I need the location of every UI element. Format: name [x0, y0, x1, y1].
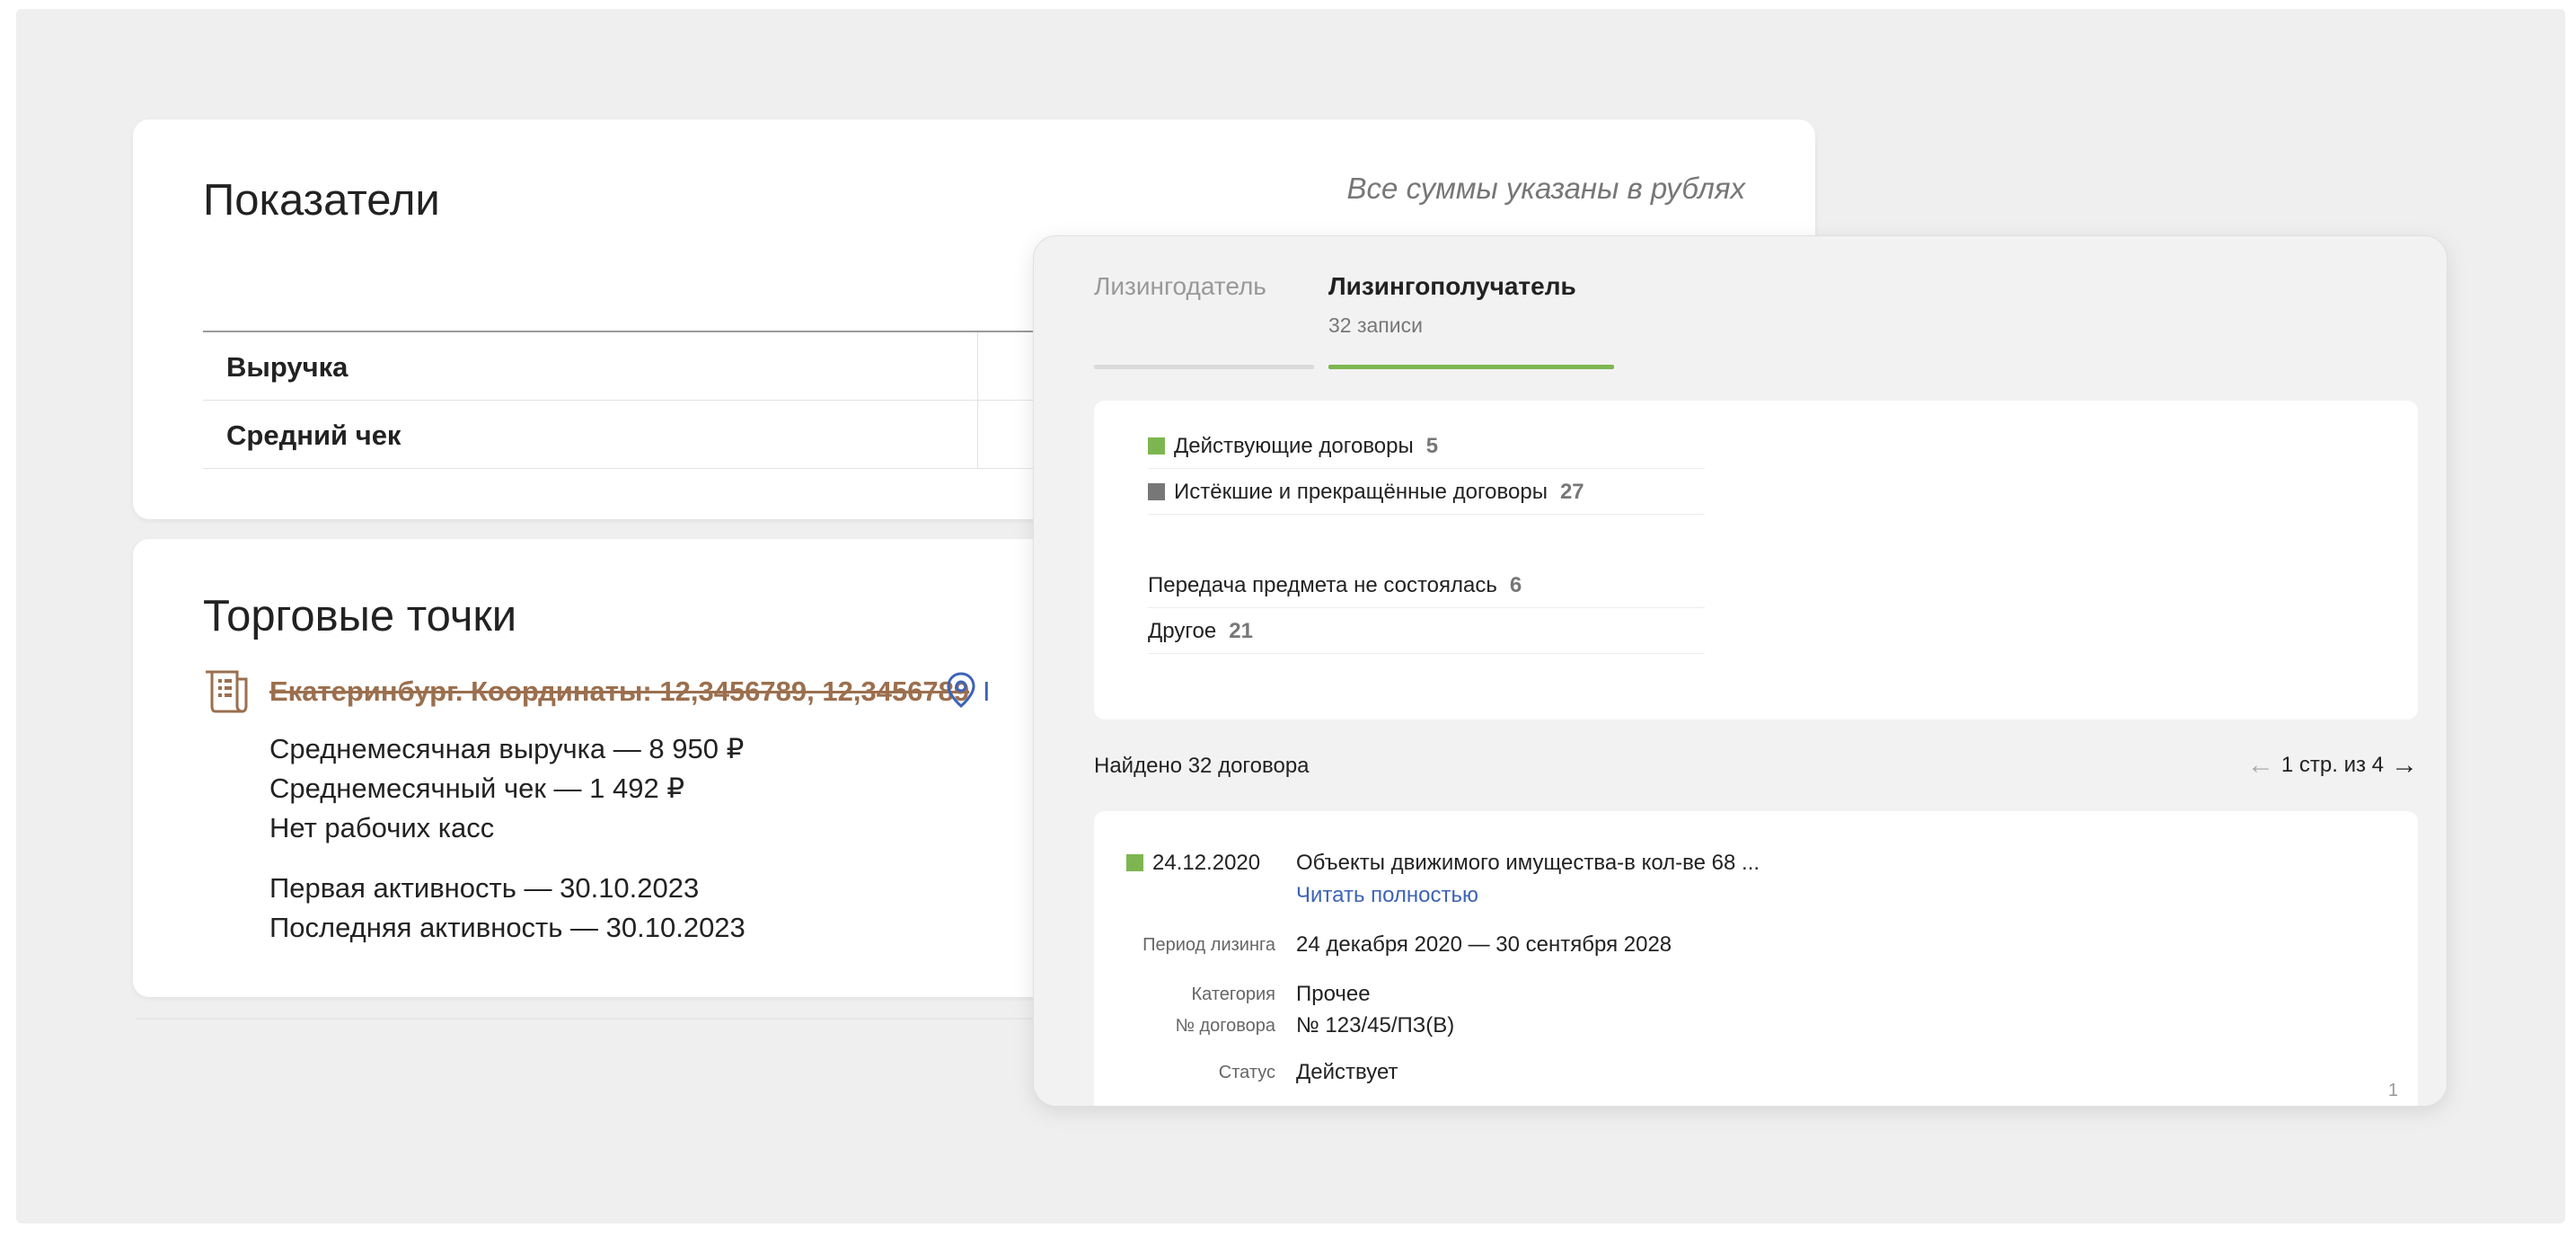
- summary-label: Другое: [1148, 619, 1217, 643]
- column-divider: [977, 332, 978, 400]
- found-count: Найдено 32 договора: [1094, 754, 1310, 778]
- contract-card: 24.12.2020 Объекты движимого имущества-в…: [1094, 811, 2418, 1106]
- summary-count: 27: [1559, 480, 1584, 504]
- expired-marker-icon: [1148, 483, 1165, 500]
- records-count: 32 записи: [1328, 313, 1423, 337]
- summary-other[interactable]: Другое 21: [1148, 608, 1705, 654]
- receipt-icon: [206, 670, 248, 713]
- summary-expired[interactable]: Истёкшие и прекращённые договоры 27: [1148, 469, 1705, 515]
- status-label: Статус: [1218, 1063, 1275, 1082]
- map-link[interactable]: I: [983, 675, 991, 708]
- period-value: 24 декабря 2020 — 30 сентября 2028: [1296, 932, 1672, 957]
- arrow-left-icon[interactable]: ←: [2247, 750, 2274, 781]
- tab-label: Лизингополучатель: [1328, 272, 1576, 300]
- first-activity: Первая активность — 30.10.2023: [269, 872, 700, 904]
- avg-monthly-revenue: Среднемесячная выручка — 8 950 ₽: [269, 733, 745, 764]
- avg-monthly-check: Среднемесячный чек — 1 492 ₽: [269, 772, 685, 804]
- summary-failed[interactable]: Передача предмета не состоялась 6: [1148, 562, 1705, 608]
- outlet-address: Екатеринбург. Координаты: 12,3456789, 12…: [269, 675, 970, 707]
- tab-lessor[interactable]: Лизингодатель: [1094, 272, 1266, 301]
- summary-label: Действующие договоры: [1174, 434, 1414, 458]
- summary-count: 6: [1509, 573, 1522, 597]
- summary-label: Истёкшие и прекращённые договоры: [1174, 480, 1548, 504]
- summary-label: Передача предмета не состоялась: [1148, 573, 1497, 597]
- active-marker-icon: [1148, 437, 1165, 455]
- category-label: Категория: [1191, 984, 1276, 1004]
- indicators-title: Показатели: [203, 176, 440, 225]
- column-divider: [977, 401, 978, 468]
- map-pin-icon[interactable]: [945, 672, 977, 708]
- contract-date-text: 24.12.2020: [1152, 851, 1261, 875]
- outlets-title: Торговые точки: [203, 592, 517, 640]
- summary-active[interactable]: Действующие договоры 5: [1148, 423, 1705, 469]
- divider: [137, 1018, 1035, 1020]
- last-activity: Последняя активность — 30.10.2023: [269, 912, 745, 943]
- contract-number-label: № договора: [1175, 1016, 1275, 1036]
- tab-label: Лизингодатель: [1094, 272, 1266, 300]
- pagination: ← 1 стр. из 4 →: [2247, 750, 2418, 782]
- outlet-stats: Среднемесячная выручка — 8 950 ₽ Среднем…: [269, 729, 744, 848]
- summary-count: 5: [1425, 434, 1439, 458]
- summary-count: 21: [1229, 619, 1253, 643]
- status-value: Действует: [1296, 1060, 1398, 1084]
- cash-registers-status: Нет рабочих касс: [269, 812, 495, 843]
- contract-number-value: № 123/45/ПЗ(В): [1296, 1013, 1455, 1037]
- read-more-link[interactable]: Читать полностью: [1296, 883, 1478, 908]
- contract-title: Объекты движимого имущества-в кол-ве 68 …: [1296, 851, 1760, 875]
- tab-underline: [1094, 365, 1314, 369]
- period-label: Период лизинга: [1142, 935, 1275, 955]
- average-check-label: Средний чек: [226, 419, 401, 451]
- active-marker-icon: [1126, 854, 1143, 871]
- arrow-right-icon[interactable]: →: [2391, 750, 2418, 781]
- outlet-activity: Первая активность — 30.10.2023 Последняя…: [269, 869, 745, 948]
- results-bar: Найдено 32 договора ← 1 стр. из 4 →: [1094, 748, 2418, 784]
- currency-note: Все суммы указаны в рублях: [1346, 172, 1745, 205]
- tab-underline-active: [1328, 365, 1614, 369]
- revenue-label: Выручка: [226, 351, 348, 383]
- page-indicator: 1 стр. из 4: [2280, 753, 2384, 777]
- tab-lessee[interactable]: Лизингополучатель 32 записи: [1328, 272, 1576, 338]
- contracts-summary: Действующие договоры 5 Истёкшие и прекращ…: [1094, 401, 2418, 720]
- item-index: 1: [2387, 1081, 2398, 1100]
- category-value: Прочее: [1296, 982, 1371, 1006]
- leasing-panel: Лизингодатель Лизингополучатель 32 запис…: [1033, 235, 2448, 1107]
- contract-date: 24.12.2020: [1126, 851, 1260, 876]
